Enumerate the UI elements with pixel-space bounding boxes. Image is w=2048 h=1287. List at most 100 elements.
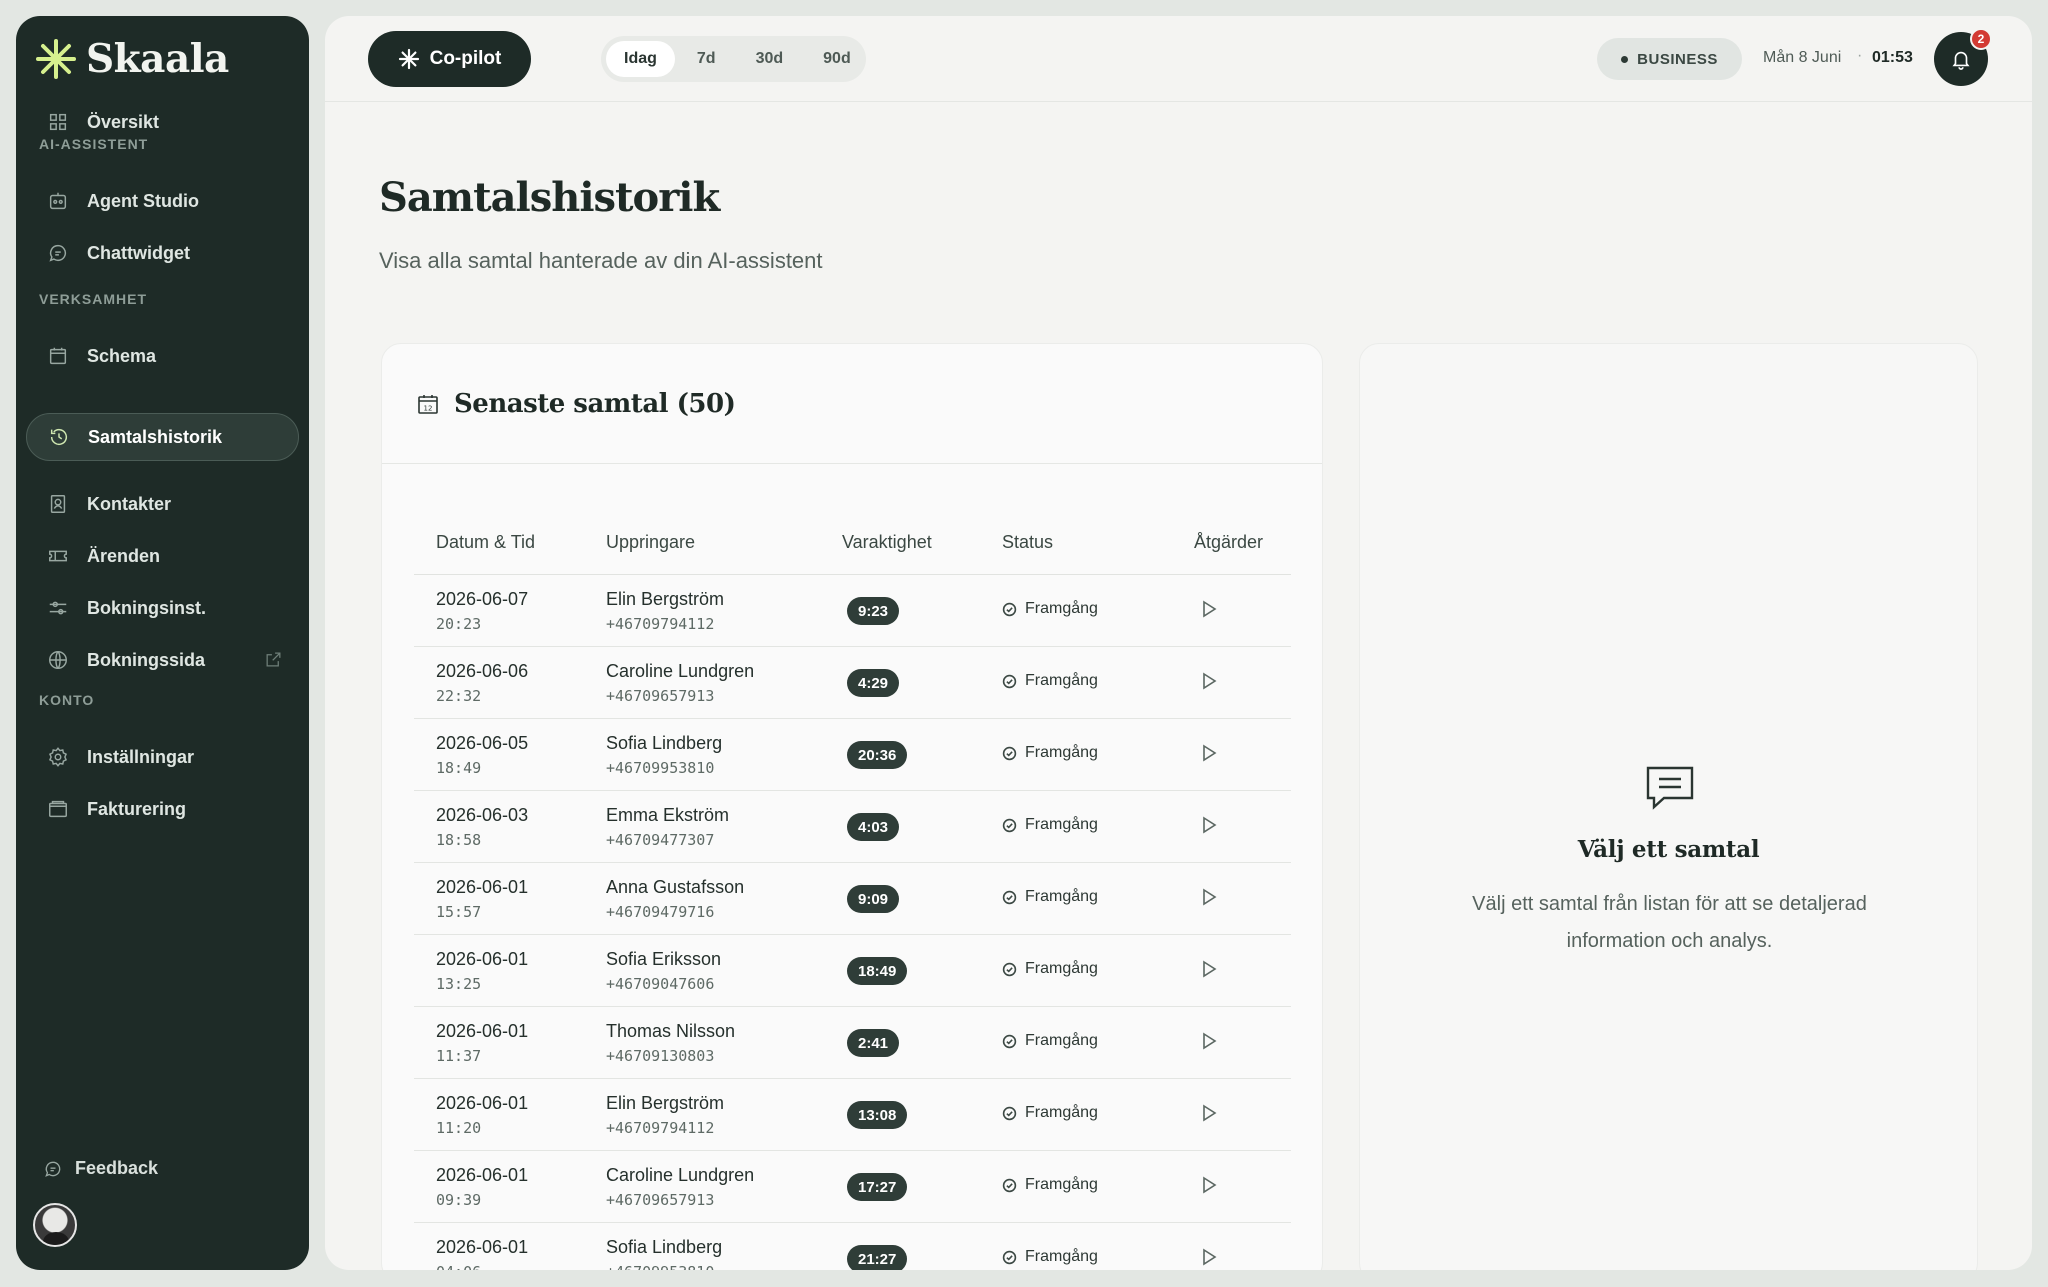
duration-badge: 9:23 [847, 597, 900, 625]
notification-count-badge: 2 [1970, 28, 1992, 50]
range-option-90d[interactable]: 90d [805, 41, 869, 77]
play-button[interactable] [1199, 1031, 1223, 1055]
sidebar-item-kontakter[interactable]: Kontakter [26, 480, 299, 528]
caller-name: Sofia Lindberg [606, 1237, 723, 1257]
caller-phone: +46709794112 [606, 615, 715, 633]
sidebar-item-chattwidget[interactable]: Chattwidget [26, 229, 299, 277]
column-header-varaktighet[interactable]: Varaktighet [842, 532, 932, 553]
svg-text:12: 12 [424, 404, 433, 412]
call-date: 2026-06-01 [436, 949, 529, 969]
brand-name: Skaala [86, 36, 229, 82]
play-button[interactable] [1199, 959, 1223, 983]
caller-name: Elin Bergström [606, 1093, 725, 1113]
range-option-30d[interactable]: 30d [738, 41, 802, 77]
play-button[interactable] [1199, 743, 1223, 767]
history-icon [47, 425, 71, 449]
chat-icon [46, 241, 70, 265]
current-time: 01:53 [1872, 49, 1913, 66]
status-badge: Framgång [1002, 888, 1098, 906]
sidebar-item-bokningssida[interactable]: Bokningssida [26, 636, 299, 684]
table-row[interactable]: 2026-06-03 18:58 Emma Ekström +46709477307 4… [414, 791, 1291, 863]
column-header-datum[interactable]: Datum & Tid [436, 532, 535, 553]
caller-phone: +46709953810 [606, 759, 715, 777]
asterisk-logo-icon [36, 39, 76, 79]
sidebar-item-schema[interactable]: Schema [26, 332, 299, 380]
table-row[interactable]: 2026-06-01 15:57 Anna Gustafsson +467094797… [414, 863, 1291, 935]
globe-icon [46, 648, 70, 672]
play-icon [1203, 672, 1217, 690]
sidebar-item-installningar[interactable]: Inställningar [26, 733, 299, 781]
call-date: 2026-06-01 [436, 1237, 529, 1257]
plan-label: BUSINESS [1637, 50, 1718, 68]
external-link-icon[interactable] [264, 650, 283, 674]
call-time: 18:58 [436, 831, 482, 849]
check-circle-icon [1002, 602, 1017, 616]
call-time: 20:23 [436, 615, 482, 633]
caller-phone: +46709953810 [606, 1263, 714, 1270]
table-row[interactable]: 2026-06-01 13:25 Sofia Eriksson +4670904760… [414, 935, 1291, 1007]
robot-icon [46, 189, 70, 213]
caller-name: Emma Ekström [606, 805, 730, 825]
feedback-button[interactable]: Feedback [43, 1158, 158, 1179]
sidebar-item-label: Fakturering [87, 798, 187, 819]
status-label: Framgång [1025, 1176, 1098, 1193]
play-icon [1203, 960, 1217, 978]
table-row[interactable]: 2026-06-06 22:32 Caroline Lundgren +4670965… [414, 647, 1291, 719]
column-header-uppringare[interactable]: Uppringare [606, 532, 695, 553]
play-button[interactable] [1199, 887, 1223, 911]
call-date: 2026-06-06 [436, 661, 529, 681]
sidebar-item-bokningsinst[interactable]: Bokningsinst. [26, 584, 299, 632]
status-badge: Framgång [1002, 600, 1098, 618]
ticket-icon [46, 544, 70, 568]
notifications-button[interactable]: 2 [1934, 28, 1992, 86]
avatar[interactable] [33, 1203, 77, 1247]
play-button[interactable] [1199, 599, 1223, 623]
status-badge: Framgång [1002, 1176, 1098, 1194]
sidebar-item-label: Chattwidget [87, 242, 190, 263]
play-button[interactable] [1199, 815, 1223, 839]
table-row[interactable]: 2026-06-01 11:20 Elin Bergström +4670979411… [414, 1079, 1291, 1151]
wallet-icon [46, 797, 70, 821]
table-row[interactable]: 2026-06-07 20:23 Elin Bergström +4670979411… [414, 575, 1291, 647]
range-option-idag[interactable]: Idag [606, 41, 675, 77]
section-konto: KONTO [39, 692, 95, 708]
play-button[interactable] [1199, 1103, 1223, 1127]
column-header-atgarder: Åtgärder [1194, 532, 1264, 552]
table-row[interactable]: 2026-06-01 09:39 Caroline Lundgren +4670965… [414, 1151, 1291, 1223]
topbar: Co-pilot Idag 7d 30d 90d BUSINESS Mån 8 … [325, 16, 2032, 102]
sidebar-item-fakturering[interactable]: Fakturering [26, 785, 299, 833]
duration-badge: 2:41 [847, 1029, 900, 1057]
play-button[interactable] [1199, 1247, 1223, 1270]
table-row[interactable]: 2026-06-01 11:37 Thomas Nilsson +4670913080… [414, 1007, 1291, 1079]
check-circle-icon [1002, 1178, 1017, 1192]
caller-phone: +46709794112 [606, 1119, 715, 1137]
column-header-status[interactable]: Status [1002, 532, 1053, 553]
play-icon [1203, 1176, 1217, 1194]
caller-name: Sofia Lindberg [606, 733, 723, 753]
play-button[interactable] [1199, 671, 1223, 695]
sidebar-item-arenden[interactable]: Ärenden [26, 532, 299, 580]
duration-badge: 4:03 [847, 813, 900, 841]
copilot-button[interactable]: Co-pilot [368, 31, 531, 87]
check-circle-icon [1002, 674, 1017, 688]
sidebar-item-agent-studio[interactable]: Agent Studio [26, 177, 299, 225]
sidebar-item-label: Schema [87, 345, 157, 366]
call-time: 13:25 [436, 975, 482, 993]
play-button[interactable] [1199, 1175, 1223, 1199]
range-option-7d[interactable]: 7d [679, 41, 734, 77]
status-label: Framgång [1025, 672, 1098, 689]
duration-badge: 9:09 [847, 885, 900, 913]
call-date: 2026-06-01 [436, 1093, 529, 1113]
table-row[interactable]: 2026-06-05 18:49 Sofia Lindberg +4670995381… [414, 719, 1291, 791]
check-circle-icon [1002, 818, 1017, 832]
brand-logo[interactable]: Skaala [34, 36, 229, 82]
call-time: 11:37 [436, 1047, 482, 1065]
feedback-label: Feedback [75, 1158, 159, 1178]
status-label: Framgång [1025, 816, 1098, 833]
caller-phone: +46709479716 [606, 903, 715, 921]
table-row[interactable]: 2026-06-01 04:06 Sofia Lindberg +4670995381… [414, 1223, 1291, 1270]
sidebar-item-samtalshistorik[interactable]: Samtalshistorik [26, 413, 299, 461]
caller-name: Elin Bergström [606, 589, 725, 609]
play-icon [1203, 1032, 1217, 1050]
duration-badge: 13:08 [847, 1101, 908, 1129]
